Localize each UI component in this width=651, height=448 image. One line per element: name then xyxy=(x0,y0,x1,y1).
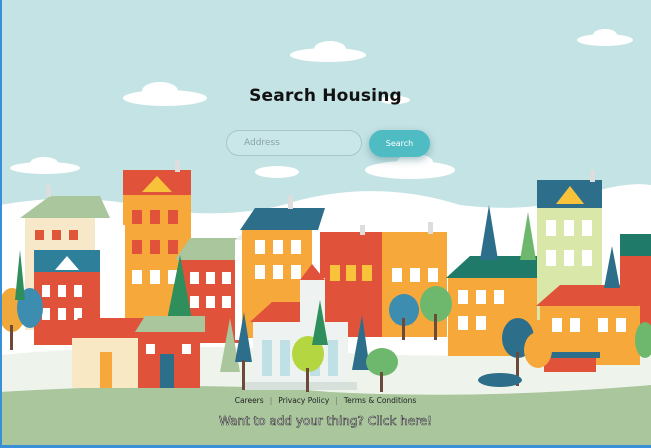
privacy-policy-link[interactable]: Privacy Policy xyxy=(272,396,335,405)
footer-links: Careers | Privacy Policy | Terms & Condition… xyxy=(0,396,651,405)
window-edge xyxy=(0,0,2,448)
search-button[interactable]: Search xyxy=(369,130,430,157)
address-input[interactable] xyxy=(226,130,362,156)
page: Search Housing Search Careers|Privacy Po… xyxy=(0,0,651,448)
terms-conditions-link[interactable]: Terms & Conditions xyxy=(338,396,422,405)
careers-link[interactable]: Careers xyxy=(229,396,270,405)
page-title: Search Housing xyxy=(249,86,402,106)
add-your-thing-link[interactable]: Want to add your thing? Click here! xyxy=(0,414,651,429)
town-illustration xyxy=(0,29,651,448)
